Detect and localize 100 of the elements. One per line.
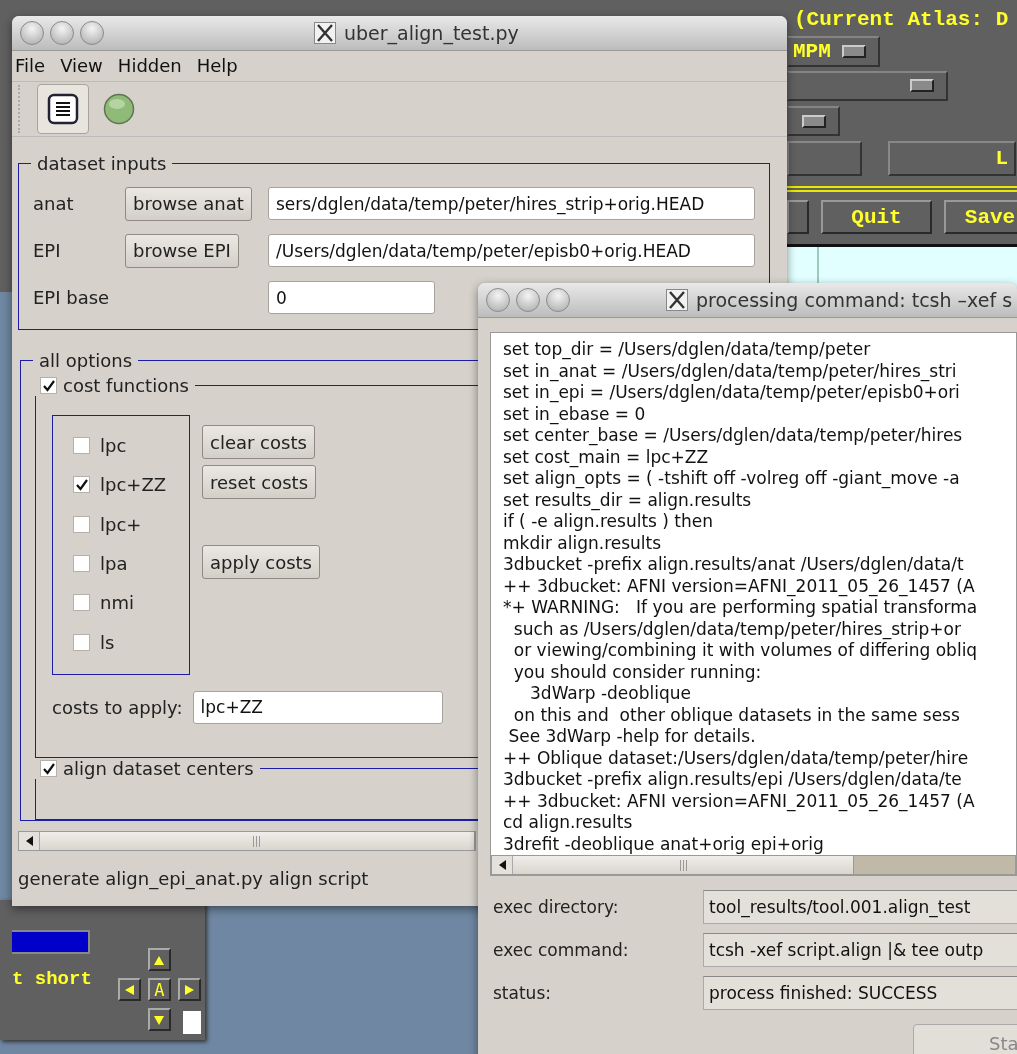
read-only-field: tool_results/tool.001.align_test	[703, 890, 1017, 925]
checkbox[interactable]	[73, 594, 90, 612]
cost-button[interactable]: reset costs	[202, 465, 317, 499]
checkbox-label: nmi	[100, 592, 134, 614]
checkbox[interactable]	[73, 633, 90, 651]
output-line: set center_base = /Users/dglen/data/temp/peter/hires	[503, 425, 964, 447]
read-only-field: process finished: SUCCESS	[703, 975, 1017, 1010]
output-line: set in_epi = /Users/dglen/data/temp/peter/episb0+ori	[503, 382, 961, 404]
checkbox-label: lpc	[100, 435, 127, 457]
menu-item[interactable]: View	[60, 55, 103, 77]
output-line: 3dWarp -deoblique	[529, 683, 692, 705]
zoom-button[interactable]	[80, 21, 104, 45]
dropdown-icon	[910, 79, 934, 93]
left-arrow-button[interactable]	[117, 978, 141, 1001]
cost-button[interactable]: apply costs	[202, 545, 320, 579]
field-label: exec command:	[493, 939, 630, 960]
dropdown-icon	[842, 44, 866, 58]
minimize-button[interactable]	[50, 21, 74, 45]
horizontal-scrollbar[interactable]	[491, 855, 1016, 875]
checkbox[interactable]	[40, 760, 57, 777]
viewer-button[interactable]: Quit	[821, 200, 932, 235]
grip-icon	[678, 859, 688, 871]
minimize-button[interactable]	[516, 288, 540, 312]
x-logo-icon	[666, 289, 688, 311]
output-line: cd align.results	[503, 812, 634, 834]
checkbox[interactable]	[73, 437, 90, 455]
output-line: such as /Users/dglen/data/temp/peter/hires_strip+or	[512, 618, 962, 640]
input-field[interactable]: 0	[268, 281, 435, 314]
atlas-dropdown[interactable]: MPM	[787, 36, 880, 67]
checkbox-label: lpa	[100, 553, 128, 575]
atlas-label: (Current Atlas: D	[794, 8, 1009, 32]
output-line: ++ 3dbucket: AFNI version=AFNI_2011_05_26_1457 (A	[503, 575, 976, 597]
output-line: 3dbucket -prefix align.results/epi /Users/dglen/data/te	[503, 769, 963, 791]
checkbox[interactable]	[73, 515, 90, 533]
up-arrow-button[interactable]	[147, 948, 171, 971]
output-line: See 3dWarp -help for details.	[507, 726, 757, 748]
zoom-button[interactable]	[546, 288, 570, 312]
output-line: 3dbucket -prefix align.results/anat /Users/dglen/data/t	[503, 554, 965, 576]
output-line: if ( -e align.results ) then	[503, 511, 715, 533]
group-title: all options	[39, 350, 133, 371]
down-arrow-button[interactable]	[147, 1008, 171, 1031]
input-field[interactable]: sers/dglen/data/temp/peter/hires_strip+orig.HEAD	[268, 187, 755, 220]
field-label: status:	[493, 982, 552, 1003]
output-line: ++ 3dbucket: AFNI version=AFNI_2011_05_26_1457 (A	[503, 790, 976, 812]
field-label: EPI	[33, 240, 62, 261]
field-label: EPI base	[33, 287, 111, 308]
x-logo-icon	[314, 22, 336, 44]
grip-icon	[252, 835, 262, 847]
close-button[interactable]	[486, 288, 510, 312]
viewer-button[interactable]	[787, 200, 809, 235]
output-line: you should consider running:	[512, 661, 763, 683]
left-arrow-icon	[497, 859, 507, 871]
browse-button[interactable]: browse EPI	[125, 233, 239, 268]
checkbox-label: ls	[100, 631, 115, 653]
document-button[interactable]	[37, 83, 89, 134]
output-line: or viewing/combining it with volumes of differing obliq	[512, 640, 979, 662]
field-label: exec directory:	[493, 897, 620, 918]
dropdown-icon	[802, 114, 826, 128]
output-line: set in_ebase = 0	[503, 403, 647, 425]
read-only-field: tcsh -xef script.align |& tee outp	[703, 932, 1017, 967]
horizontal-scrollbar[interactable]	[18, 831, 476, 851]
field-label: anat	[33, 193, 75, 214]
output-line: set cost_main = lpc+ZZ	[503, 446, 710, 468]
status-light-icon	[103, 92, 135, 125]
checkbox[interactable]	[73, 476, 90, 494]
field-label: costs to apply:	[52, 696, 183, 718]
output-line: *+ WARNING: If you are performing spatial transforma	[503, 597, 979, 619]
output-line: set in_anat = /Users/dglen/data/temp/peter/hires_stri	[503, 360, 958, 382]
close-button[interactable]	[20, 21, 44, 45]
output-line: set top_dir = /Users/dglen/data/temp/peter	[503, 339, 872, 361]
checkbox[interactable]	[73, 555, 90, 573]
viewer-button[interactable]: L	[888, 141, 1016, 177]
menu-item[interactable]: File	[15, 55, 46, 77]
checkbox[interactable]	[40, 377, 57, 394]
output-line: 3drefit -deoblique anat+orig epi+orig	[503, 833, 825, 855]
window-title: uber_align_test.py	[344, 22, 519, 44]
cost-button[interactable]: clear costs	[202, 425, 315, 459]
group-title: cost functions	[63, 375, 189, 396]
input-field[interactable]: lpc+ZZ	[192, 690, 443, 724]
viewer-button[interactable]	[787, 141, 862, 177]
menu-item[interactable]: Help	[196, 55, 238, 77]
browse-button[interactable]: browse anat	[125, 186, 252, 221]
right-arrow-button[interactable]	[177, 978, 201, 1001]
group-title: align dataset centers	[63, 758, 254, 779]
group-title: dataset inputs	[37, 153, 167, 174]
checkbox-label: lpc+ZZ	[100, 474, 167, 496]
output-line: ++ Oblique dataset:/Users/dglen/data/temp/peter/hire	[503, 747, 970, 769]
input-field[interactable]: /Users/dglen/data/temp/peter/episb0+orig.HEAD	[268, 234, 755, 267]
dropdown[interactable]	[787, 105, 840, 137]
viewer-button[interactable]: Save	[944, 200, 1017, 235]
status-text: generate align_epi_anat.py align script	[18, 868, 369, 889]
output-line: set align_opts = ( -tshift off -volreg off -giant_move -a	[503, 468, 961, 490]
label: t short	[12, 968, 92, 990]
output-line: mkdir align.results	[503, 532, 663, 554]
window-title: processing command: tcsh –xef s	[696, 289, 1013, 311]
menu-item[interactable]: Hidden	[117, 55, 182, 77]
center-button[interactable]: A	[147, 978, 171, 1001]
checkbox-label: lpc+	[100, 513, 142, 535]
resize-handle[interactable]	[182, 1011, 201, 1034]
output-line: on this and other oblique datasets in the same sess	[512, 704, 961, 726]
